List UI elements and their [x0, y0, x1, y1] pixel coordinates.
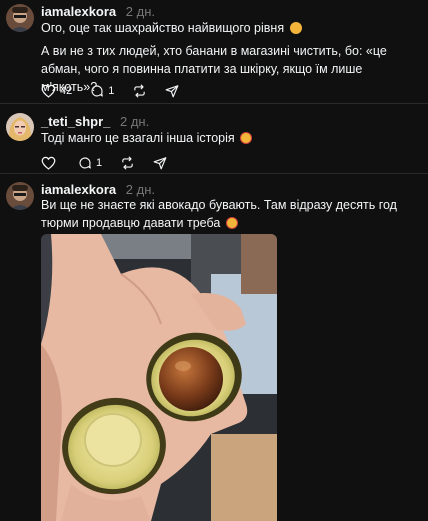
repost-button[interactable]	[120, 156, 135, 170]
username[interactable]: _teti_shpr_	[41, 114, 110, 129]
like-icon	[41, 156, 56, 170]
post-text: Ого, оце так шахрайство найвищого рівня	[41, 19, 414, 37]
share-icon	[165, 85, 179, 98]
laughing-emoji-icon	[240, 132, 253, 144]
thread-post: iamalexkora 2 дн. Ого, оце так шахрайств…	[0, 0, 428, 104]
like-icon	[41, 84, 56, 98]
post-actions: 1	[41, 154, 185, 172]
reply-count: 1	[96, 157, 103, 169]
repost-button[interactable]	[132, 84, 147, 98]
timestamp: 2 дн.	[120, 114, 150, 129]
post-actions: 42 1	[41, 82, 197, 100]
timestamp: 2 дн.	[125, 4, 156, 19]
username[interactable]: iamalexkora	[41, 182, 116, 197]
timestamp: 2 дн.	[125, 182, 156, 197]
thread-post: iamalexkora 2 дн. Ви ще не знаєте які ав…	[0, 174, 428, 521]
like-button[interactable]: 42	[41, 84, 72, 98]
like-button[interactable]	[41, 156, 60, 170]
repost-icon	[134, 84, 146, 98]
post-text: Тоді манго це взагалі інша історія	[41, 129, 414, 147]
avatar[interactable]	[6, 182, 34, 210]
share-button[interactable]	[165, 84, 179, 98]
reply-icon	[91, 85, 104, 97]
like-count: 42	[60, 85, 73, 97]
avocado-photo	[41, 234, 277, 521]
reply-count: 1	[108, 85, 115, 97]
reply-button[interactable]: 1	[78, 156, 102, 170]
share-icon	[153, 157, 167, 170]
share-button[interactable]	[153, 156, 167, 170]
weary-emoji-icon	[289, 22, 302, 34]
reply-button[interactable]: 1	[90, 84, 114, 98]
thread-post: _teti_shpr_ 2 дн. Тоді манго це взагалі …	[0, 104, 428, 174]
avatar[interactable]	[6, 113, 34, 141]
repost-icon	[122, 156, 133, 170]
avatar[interactable]	[6, 4, 34, 32]
post-text: Ви ще не знаєте які авокадо бувають. Там…	[41, 198, 397, 230]
username[interactable]: iamalexkora	[41, 4, 116, 19]
reply-icon	[79, 157, 91, 169]
post-image[interactable]	[41, 234, 277, 521]
rofl-emoji-icon	[225, 217, 238, 229]
